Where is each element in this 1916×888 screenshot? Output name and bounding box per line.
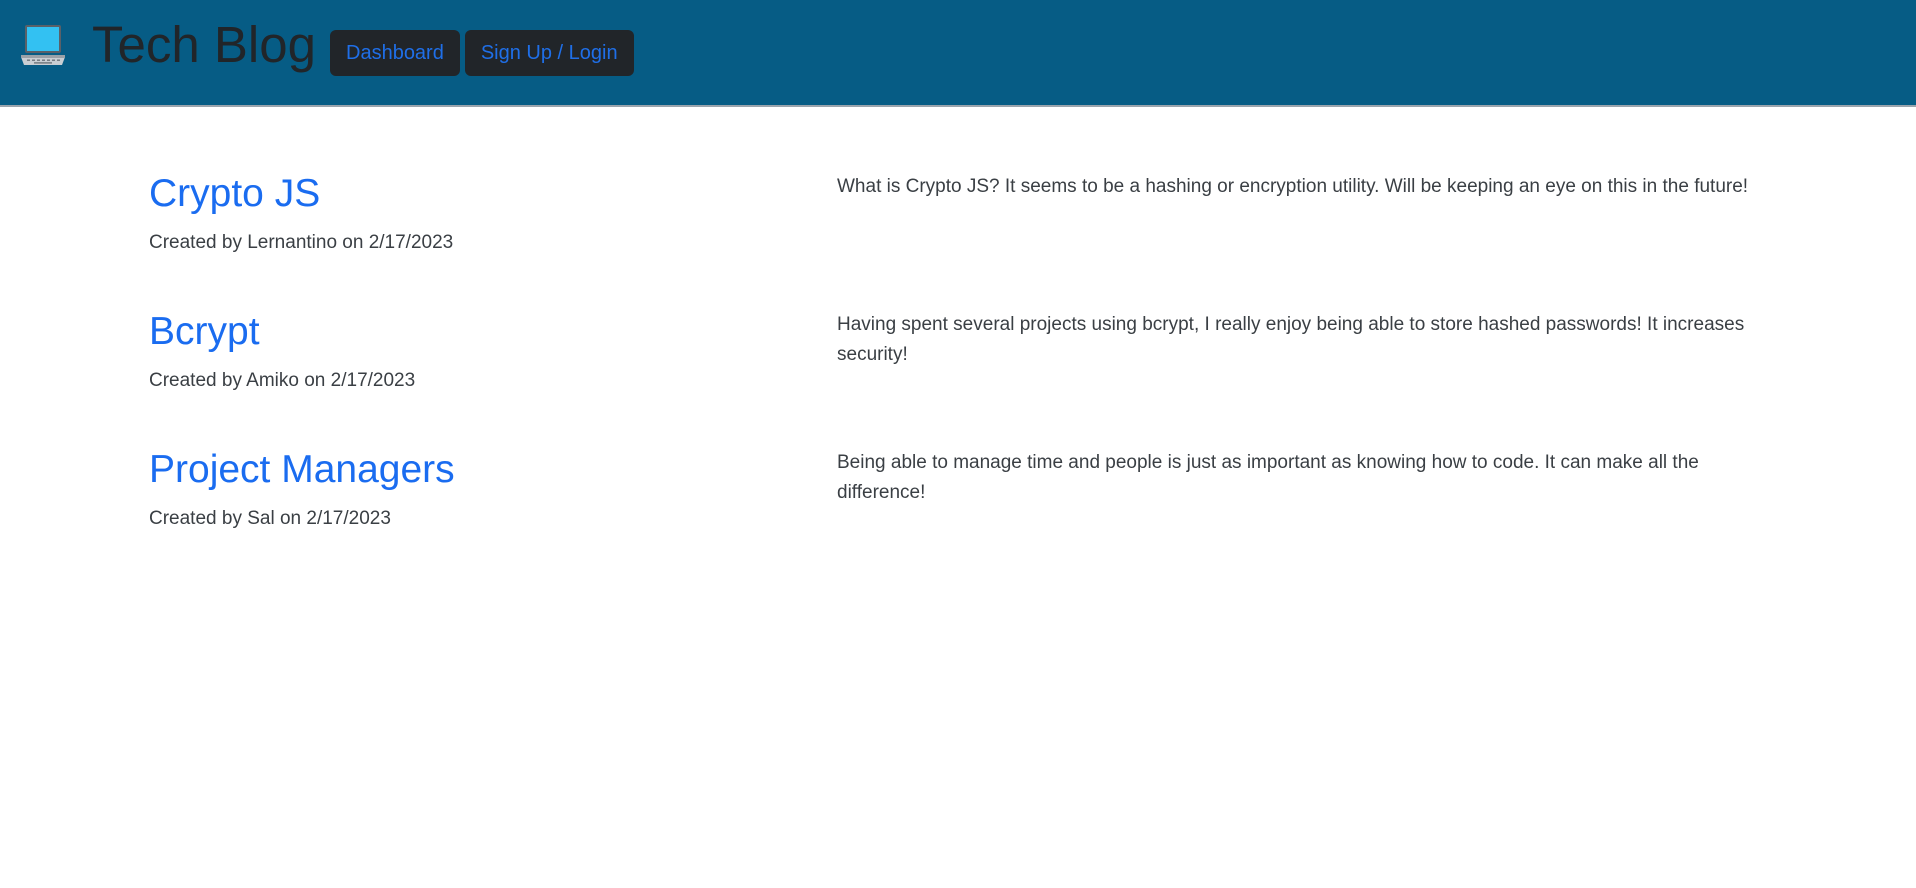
post-body: What is Crypto JS? It seems to be a hash… bbox=[837, 176, 1749, 197]
post-list: Crypto JS Created by Lernantino on 2/17/… bbox=[149, 168, 1749, 582]
signup-login-button[interactable]: Sign Up / Login bbox=[464, 30, 634, 76]
post-meta: Created by Lernantino on 2/17/2023 bbox=[149, 232, 454, 253]
post-item: Project Managers Created by Sal on 2/17/… bbox=[149, 444, 1749, 582]
post-item: Crypto JS Created by Lernantino on 2/17/… bbox=[149, 168, 1749, 306]
post-body: Having spent several projects using bcry… bbox=[837, 314, 1745, 365]
post-body: Being able to manage time and people is … bbox=[837, 452, 1699, 503]
post-meta: Created by Sal on 2/17/2023 bbox=[149, 508, 391, 529]
post-meta: Created by Amiko on 2/17/2023 bbox=[149, 370, 416, 391]
main-nav: Dashboard Sign Up / Login bbox=[330, 30, 634, 76]
post-title-link[interactable]: Project Managers bbox=[149, 446, 455, 494]
dashboard-button[interactable]: Dashboard bbox=[330, 30, 460, 76]
laptop-icon bbox=[21, 25, 65, 65]
post-title-link[interactable]: Crypto JS bbox=[149, 170, 320, 218]
site-header: Tech Blog Dashboard Sign Up / Login bbox=[0, 0, 1916, 107]
brand[interactable]: Tech Blog bbox=[18, 13, 316, 77]
site-title[interactable]: Tech Blog bbox=[92, 13, 316, 77]
post-item: Bcrypt Created by Amiko on 2/17/2023 Hav… bbox=[149, 306, 1749, 444]
post-title-link[interactable]: Bcrypt bbox=[149, 308, 260, 356]
